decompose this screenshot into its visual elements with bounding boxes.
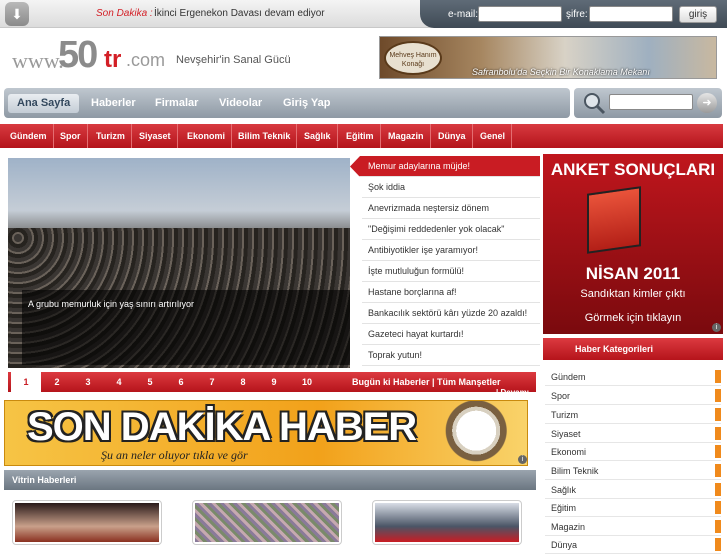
page-button-6[interactable]: 6: [166, 372, 196, 392]
headline-item[interactable]: Antibiyotikler işe yaramıyor!: [362, 240, 540, 261]
category-gundem[interactable]: Gündem: [4, 124, 54, 148]
banner-title: SON DAKİKA HABER: [27, 405, 417, 449]
breaking-news-banner[interactable]: SON DAKİKA HABER Şu an neler oluyor tıkl…: [4, 400, 528, 466]
category-magazin[interactable]: Magazin: [382, 124, 431, 148]
clock-image: [397, 401, 527, 465]
logo-50: 50: [58, 34, 98, 76]
site-logo[interactable]: www. 50 tr .com: [10, 34, 165, 76]
headline-item-active[interactable]: Memur adaylarına müjde!: [350, 156, 540, 177]
category-ekonomi[interactable]: Ekonomi: [181, 124, 233, 148]
headline-item[interactable]: Gazeteci hayat kurtardı!: [362, 324, 540, 345]
breaking-news-label: Son Dakika :: [96, 8, 153, 19]
headline-slider-image[interactable]: [8, 158, 350, 368]
poll-line-1: Sandıktan kimler çıktı: [580, 288, 686, 300]
main-nav: Ana Sayfa Haberler Firmalar Videolar Gir…: [4, 88, 570, 118]
poll-line-2: Görmek için tıklayın: [584, 312, 682, 324]
headline-item[interactable]: "Değişimi reddedenler yok olacak": [362, 219, 540, 240]
showcase-thumb[interactable]: [372, 500, 522, 545]
hotel-ad-banner[interactable]: Mehveş Hanım Konağı Safranbolu'da Seçkin…: [379, 36, 717, 79]
ad-text: Safranbolu'da Seçkin Bir Konaklama Mekan…: [472, 67, 650, 77]
ad-info-icon[interactable]: i: [518, 455, 527, 464]
category-turizm[interactable]: Turizm: [90, 124, 132, 148]
poll-title: ANKET SONUÇLARI: [550, 160, 716, 179]
headline-item[interactable]: Toprak yutun!: [362, 345, 540, 366]
sidebar-category[interactable]: Dünya: [545, 536, 721, 554]
login-button[interactable]: giriş: [679, 6, 717, 23]
page-button-5[interactable]: 5: [135, 372, 165, 392]
category-saglik[interactable]: Sağlık: [298, 124, 338, 148]
poll-month: NİSAN 2011: [585, 264, 681, 283]
nav-item-news[interactable]: Haberler: [82, 94, 145, 113]
category-dunya[interactable]: Dünya: [432, 124, 473, 148]
sidebar-category[interactable]: Ekonomi: [545, 443, 721, 461]
category-bar: Gündem Spor Turizm Siyaset Ekonomi Bilim…: [0, 124, 723, 148]
headline-item[interactable]: Hastane borçlarına af!: [362, 282, 540, 303]
password-field[interactable]: [589, 6, 673, 22]
more-link[interactable]: | Devamı: [496, 388, 529, 397]
sidebar-category[interactable]: Turizm: [545, 406, 721, 424]
search-icon: [584, 93, 606, 115]
site-slogan: Nevşehir'in Sanal Gücü: [176, 54, 291, 66]
headline-item[interactable]: Anevrizmada neştersiz dönem: [362, 198, 540, 219]
ad-info-icon[interactable]: i: [712, 323, 721, 332]
slider-caption[interactable]: A grubu memurluk için yaş sınırı artırıl…: [28, 299, 194, 309]
nav-item-home[interactable]: Ana Sayfa: [8, 94, 80, 113]
page-button-8[interactable]: 8: [228, 372, 258, 392]
news-categories-heading: Haber Kategorileri: [543, 338, 723, 360]
password-label: şifre:: [566, 9, 588, 20]
showcase-header: Vitrin Haberleri: [4, 470, 536, 490]
sidebar-category[interactable]: Spor: [545, 387, 721, 405]
page-button-2[interactable]: 2: [42, 372, 72, 392]
email-label: e-mail:: [448, 9, 479, 20]
banner-subtitle: Şu an neler oluyor tıkla ve gör: [101, 448, 248, 462]
sidebar-category[interactable]: Sağlık: [545, 481, 721, 499]
nav-item-login[interactable]: Giriş Yap: [274, 94, 340, 113]
email-field[interactable]: [478, 6, 562, 22]
category-spor[interactable]: Spor: [54, 124, 88, 148]
logo-www: www.: [12, 48, 64, 73]
sidebar-category[interactable]: Bilim Teknik: [545, 462, 721, 480]
nav-item-firms[interactable]: Firmalar: [146, 94, 207, 113]
page-button-9[interactable]: 9: [259, 372, 289, 392]
ballot-box-icon: [587, 186, 641, 254]
sidebar-category[interactable]: Magazin: [545, 518, 721, 536]
search-go-icon[interactable]: ➜: [697, 93, 717, 113]
nav-item-videos[interactable]: Videolar: [210, 94, 271, 113]
sidebar-category[interactable]: Siyaset: [545, 425, 721, 443]
page-button-4[interactable]: 4: [104, 372, 134, 392]
category-egitim[interactable]: Eğitim: [340, 124, 381, 148]
search-input[interactable]: [609, 94, 693, 110]
poll-results-ad[interactable]: ANKET SONUÇLARI NİSAN 2011 Sandıktan kim…: [543, 154, 723, 334]
sidebar-category[interactable]: Gündem: [545, 368, 721, 386]
headline-item[interactable]: İşte mutluluğun formülü!: [362, 261, 540, 282]
category-siyaset[interactable]: Siyaset: [133, 124, 178, 148]
page-button-1[interactable]: 1: [11, 372, 41, 392]
logo-tr: tr: [104, 46, 122, 73]
showcase-thumb[interactable]: [12, 500, 162, 545]
page-button-10[interactable]: 10: [292, 372, 322, 392]
logo-com: .com: [126, 50, 166, 70]
category-bilim-teknik[interactable]: Bilim Teknik: [232, 124, 298, 148]
sidebar-category[interactable]: Eğitim: [545, 499, 721, 517]
showcase-thumb[interactable]: [192, 500, 342, 545]
ad-emblem: Mehveş Hanım Konağı: [384, 41, 442, 75]
headline-item[interactable]: Şok iddia: [362, 177, 540, 198]
page-button-7[interactable]: 7: [197, 372, 227, 392]
home-arrow-icon[interactable]: ⬇: [5, 2, 29, 26]
todays-news-links[interactable]: Bugün ki Haberler | Tüm Manşetler: [352, 377, 501, 387]
breaking-news-text[interactable]: İkinci Ergenekon Davası devam ediyor: [154, 8, 325, 19]
headline-item[interactable]: Bankacılık sektörü kârı yüzde 20 azaldı!: [362, 303, 540, 324]
page-button-3[interactable]: 3: [73, 372, 103, 392]
category-genel[interactable]: Genel: [474, 124, 513, 148]
